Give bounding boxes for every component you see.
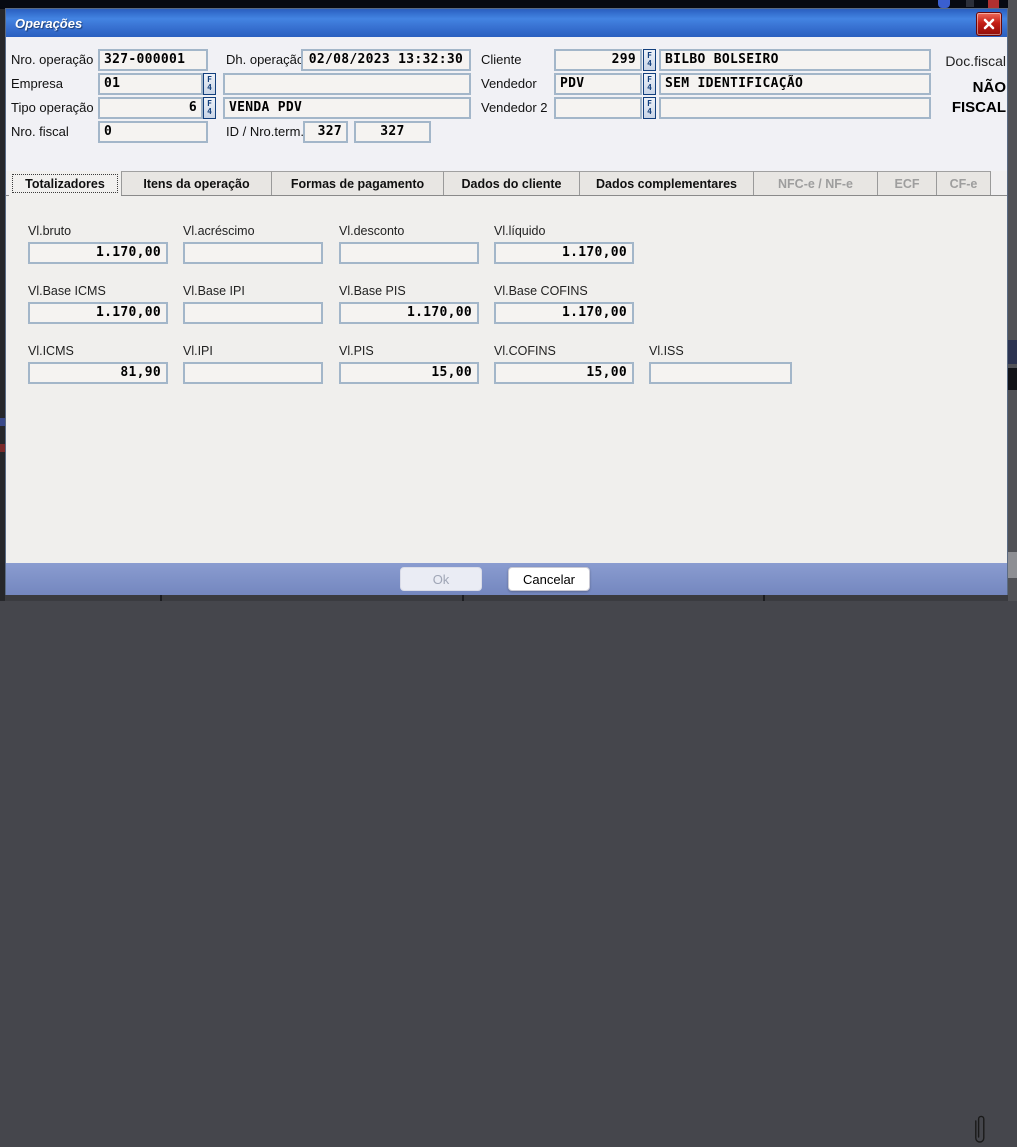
tab-totalizadores[interactable]: Totalizadores — [9, 171, 121, 196]
tipo-operacao-field[interactable]: 6 — [98, 97, 203, 119]
vendedor-name-field[interactable]: SEM IDENTIFICAÇÃO — [659, 73, 931, 95]
tab-itens-da-operacao[interactable]: Itens da operação — [121, 171, 271, 195]
vl-iss-label: Vl.ISS — [649, 344, 684, 358]
background-window-bottom-edge — [5, 595, 1008, 601]
background-toolbar-icon-fragment — [988, 0, 999, 8]
tipo-operacao-label: Tipo operação — [11, 97, 94, 119]
vendedor-f4-button[interactable]: F 4 — [643, 73, 656, 95]
vl-pis-field[interactable]: 15,00 — [339, 362, 479, 384]
vl-base-ipi-label: Vl.Base IPI — [183, 284, 245, 298]
cancel-button[interactable]: Cancelar — [508, 567, 590, 591]
id-nro-term-label: ID / Nro.term. — [226, 121, 304, 143]
tab-nfce-nfe: NFC-e / NF-e — [753, 171, 877, 195]
close-button[interactable] — [976, 12, 1002, 36]
cliente-label: Cliente — [481, 49, 521, 71]
id-field[interactable]: 327 — [303, 121, 348, 143]
vl-ipi-field[interactable] — [183, 362, 323, 384]
vl-icms-field[interactable]: 81,90 — [28, 362, 168, 384]
nro-operacao-field[interactable]: 327-000001 — [98, 49, 208, 71]
background-window-gridline — [462, 595, 464, 601]
nro-fiscal-field[interactable]: 0 — [98, 121, 208, 143]
vl-cofins-label: Vl.COFINS — [494, 344, 556, 358]
tab-dados-do-cliente[interactable]: Dados do cliente — [443, 171, 579, 195]
tab-ecf: ECF — [877, 171, 936, 195]
dialog-titlebar[interactable]: Operações — [6, 9, 1007, 37]
f4-icon: 4 — [647, 108, 652, 116]
empresa-f4-button[interactable]: F 4 — [203, 73, 216, 95]
vendedor2-name-field[interactable] — [659, 97, 931, 119]
cliente-code-field[interactable]: 299 — [554, 49, 642, 71]
tipo-operacao-desc-field[interactable]: VENDA PDV — [223, 97, 471, 119]
ok-button: Ok — [400, 567, 482, 591]
doc-fiscal-status-line1: NÃO — [906, 79, 1006, 96]
vl-acrescimo-label: Vl.acréscimo — [183, 224, 255, 238]
nro-fiscal-label: Nro. fiscal — [11, 121, 69, 143]
vl-base-cofins-label: Vl.Base COFINS — [494, 284, 588, 298]
doc-fiscal-label: Doc.fiscal — [906, 53, 1006, 69]
empresa-field[interactable]: 01 — [98, 73, 203, 95]
vl-pis-label: Vl.PIS — [339, 344, 374, 358]
vl-base-pis-field[interactable]: 1.170,00 — [339, 302, 479, 324]
vl-ipi-label: Vl.IPI — [183, 344, 213, 358]
vl-liquido-field[interactable]: 1.170,00 — [494, 242, 634, 264]
header-form: Nro. operação 327-000001 Dh. operação 02… — [6, 37, 1007, 171]
vl-bruto-field[interactable]: 1.170,00 — [28, 242, 168, 264]
vl-cofins-field[interactable]: 15,00 — [494, 362, 634, 384]
empresa-label: Empresa — [11, 73, 63, 95]
vl-icms-label: Vl.ICMS — [28, 344, 74, 358]
doc-fiscal-status-line2: FISCAL — [906, 99, 1006, 116]
vl-desconto-label: Vl.desconto — [339, 224, 404, 238]
vendedor-code-field[interactable]: PDV — [554, 73, 642, 95]
vl-base-icms-label: Vl.Base ICMS — [28, 284, 106, 298]
background-window-gridline — [160, 595, 162, 601]
background-toolbar-icon-fragment — [938, 0, 950, 8]
vl-acrescimo-field[interactable] — [183, 242, 323, 264]
vl-iss-field[interactable] — [649, 362, 792, 384]
background-toolbar-icon-fragment — [966, 0, 974, 7]
background-window-fragment — [1008, 340, 1017, 364]
nro-operacao-label: Nro. operação — [11, 49, 93, 71]
vl-liquido-label: Vl.líquido — [494, 224, 545, 238]
paperclip-icon[interactable] — [974, 1109, 988, 1147]
vendedor2-label: Vendedor 2 — [481, 97, 548, 119]
background-window-gridline — [763, 595, 765, 601]
background-window-fragment — [1008, 552, 1017, 578]
background-window-right-edge — [1008, 0, 1017, 601]
background-window-fragment — [1008, 368, 1017, 390]
tab-cfe: CF-e — [936, 171, 991, 195]
close-icon — [983, 18, 995, 30]
dh-operacao-label: Dh. operação — [226, 49, 304, 71]
cliente-f4-button[interactable]: F 4 — [643, 49, 656, 71]
dialog-title: Operações — [6, 16, 82, 31]
f4-icon: 4 — [647, 60, 652, 68]
tipo-operacao-f4-button[interactable]: F 4 — [203, 97, 216, 119]
operacoes-dialog: Operações Nro. operação 327-000001 Dh. o… — [5, 8, 1008, 595]
tab-dados-complementares[interactable]: Dados complementares — [579, 171, 753, 195]
dh-operacao-field[interactable]: 02/08/2023 13:32:30 — [301, 49, 471, 71]
vl-base-cofins-field[interactable]: 1.170,00 — [494, 302, 634, 324]
vendedor-label: Vendedor — [481, 73, 537, 95]
f4-icon: 4 — [207, 84, 212, 92]
vl-desconto-field[interactable] — [339, 242, 479, 264]
vl-base-ipi-field[interactable] — [183, 302, 323, 324]
f4-icon: 4 — [647, 84, 652, 92]
footer-bar: Ok Cancelar — [6, 563, 1007, 595]
tab-strip: Totalizadores Itens da operação Formas d… — [9, 171, 991, 196]
empresa-desc-field[interactable] — [223, 73, 471, 95]
tab-formas-de-pagamento[interactable]: Formas de pagamento — [271, 171, 443, 195]
totalizadores-panel: Vl.bruto 1.170,00 Vl.acréscimo Vl.descon… — [6, 195, 1007, 563]
vl-base-pis-label: Vl.Base PIS — [339, 284, 406, 298]
vl-base-icms-field[interactable]: 1.170,00 — [28, 302, 168, 324]
nro-term-field[interactable]: 327 — [354, 121, 431, 143]
vendedor2-code-field[interactable] — [554, 97, 642, 119]
vl-bruto-label: Vl.bruto — [28, 224, 71, 238]
f4-icon: 4 — [207, 108, 212, 116]
cliente-name-field[interactable]: BILBO BOLSEIRO — [659, 49, 931, 71]
vendedor2-f4-button[interactable]: F 4 — [643, 97, 656, 119]
